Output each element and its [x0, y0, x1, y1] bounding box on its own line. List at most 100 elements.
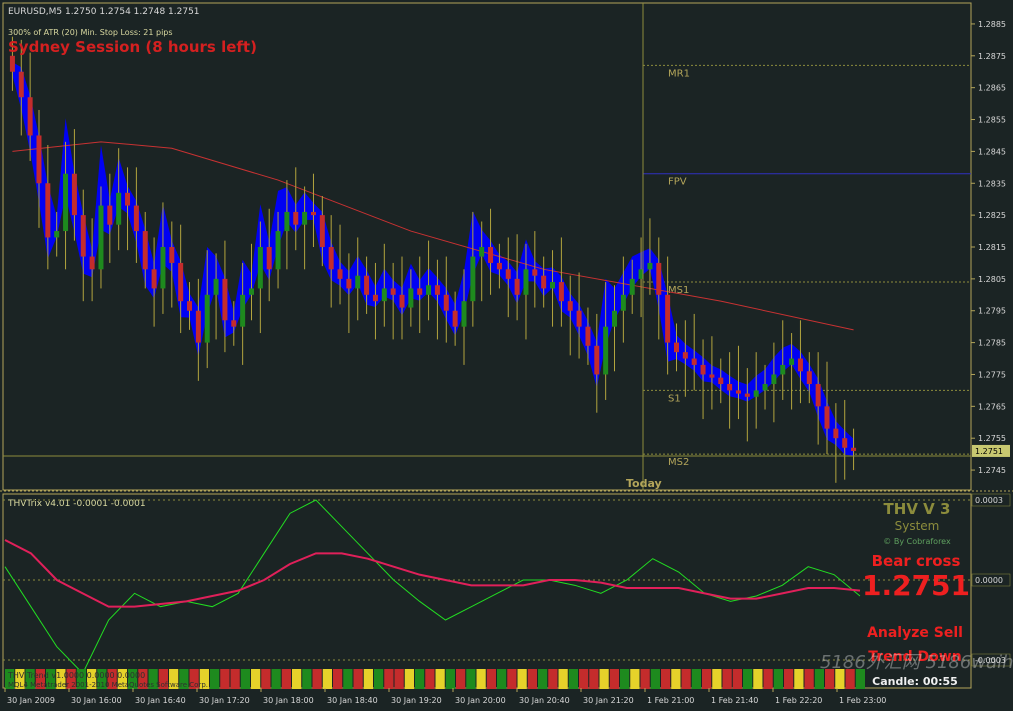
candle-body [762, 384, 768, 391]
price-tick: 1.2805 [978, 275, 1006, 284]
candle-body [824, 406, 830, 429]
trend-cell [763, 669, 773, 689]
trend-cell [702, 669, 712, 689]
candle-body [151, 269, 157, 289]
brand-system: System [895, 519, 940, 533]
price-tick: 1.2825 [978, 211, 1006, 220]
trend-cell [630, 669, 640, 689]
candle-body [443, 294, 449, 311]
candle-body [257, 247, 263, 289]
candle-body [310, 211, 316, 216]
candle-body [417, 288, 423, 295]
trend-cell [599, 669, 609, 689]
candle-body [381, 288, 387, 302]
candle-body [833, 428, 839, 439]
time-tick: 1 Feb 23:00 [839, 696, 886, 705]
candle-body [842, 438, 848, 448]
trend-cell [691, 669, 701, 689]
candle-body [372, 294, 378, 302]
candle-body [71, 173, 77, 216]
trend-cell [374, 669, 384, 689]
trend-cell [425, 669, 435, 689]
candle-body [390, 288, 396, 295]
candle-body [319, 215, 325, 247]
candle-body [187, 301, 193, 311]
trend-cell [548, 669, 558, 689]
price-tick: 1.2845 [978, 147, 1006, 156]
trend-cell [568, 669, 578, 689]
trend-cell [445, 669, 455, 689]
candle-body [434, 285, 440, 295]
candle-body [514, 278, 520, 295]
candle-body [700, 364, 706, 375]
candle-body [523, 269, 529, 295]
level-label: S1 [668, 393, 681, 404]
session-label: Sydney Session (8 hours left) [8, 38, 257, 56]
watermark: 5186外汇网 5186waihui.com [820, 652, 1013, 673]
candle-body [284, 211, 290, 232]
trend-cell [435, 669, 445, 689]
trend-cell [384, 669, 394, 689]
price-tick: 1.2765 [978, 402, 1006, 411]
trend-cell [517, 669, 527, 689]
trend-cell [640, 669, 650, 689]
trend-cell [302, 669, 312, 689]
trend-cell [230, 669, 240, 689]
candle-body [709, 374, 715, 378]
candle-body [213, 278, 219, 295]
candle-body [18, 71, 24, 98]
trend-cell [363, 669, 373, 689]
candle-body [797, 358, 803, 372]
analyze-label: Analyze Sell [867, 625, 963, 641]
candle-body [806, 371, 812, 385]
candle-body [178, 262, 184, 302]
price-tick: 1.2855 [978, 116, 1006, 125]
candle-body [204, 294, 210, 343]
trend-cell [538, 669, 548, 689]
candle-body [98, 205, 104, 270]
trend-cell [261, 669, 271, 689]
trend-cell [753, 669, 763, 689]
candle-body [780, 364, 786, 375]
candle-body [585, 326, 591, 346]
level-label: MS2 [668, 457, 689, 468]
trend-cell [210, 669, 220, 689]
time-tick: 30 Jan 18:00 [263, 696, 314, 705]
candle-body [789, 358, 795, 365]
trend-cell [497, 669, 507, 689]
time-tick: 30 Jan 18:40 [327, 696, 378, 705]
candle-body [470, 256, 476, 302]
level-label: MS1 [668, 285, 689, 296]
candle-body [426, 285, 432, 295]
time-tick: 30 Jan 16:00 [71, 696, 122, 705]
candle-body [461, 301, 467, 327]
trend-cell [804, 669, 814, 689]
brand-author: © By Cobraforex [883, 537, 951, 546]
price-tick: 1.2815 [978, 243, 1006, 252]
candle-body [594, 345, 600, 375]
candle-body [603, 326, 609, 375]
candle-body [107, 205, 113, 225]
candle-body [160, 247, 166, 289]
indicator-tick: 0.0003 [975, 496, 1003, 505]
level-label: FPV [668, 177, 687, 188]
trend-cell [394, 669, 404, 689]
level-label: MR1 [668, 68, 690, 79]
price-tick: 1.2865 [978, 84, 1006, 93]
time-axis: 30 Jan 2009 30 Jan 16:00 30 Jan 16:40 30 Ja… [4, 688, 886, 705]
trend-cell [671, 669, 681, 689]
candle-body [80, 215, 86, 257]
price-tick: 1.2785 [978, 339, 1006, 348]
trend-cell [281, 669, 291, 689]
candle-body [399, 294, 405, 308]
candle-body [550, 282, 556, 289]
candle-body [275, 231, 281, 270]
price-tick: 1.2885 [978, 20, 1006, 29]
candle-body [718, 377, 724, 385]
terminal-window: MR1 FPV MS1 S1 MS2 1.2885 1.2875 1.2865 1.2855 1… [0, 0, 1013, 711]
candle-body [89, 256, 95, 270]
time-tick: 30 Jan 17:20 [199, 696, 250, 705]
signal-label: Bear cross [872, 552, 961, 570]
candle-body [744, 393, 750, 397]
candle-body [479, 247, 485, 257]
